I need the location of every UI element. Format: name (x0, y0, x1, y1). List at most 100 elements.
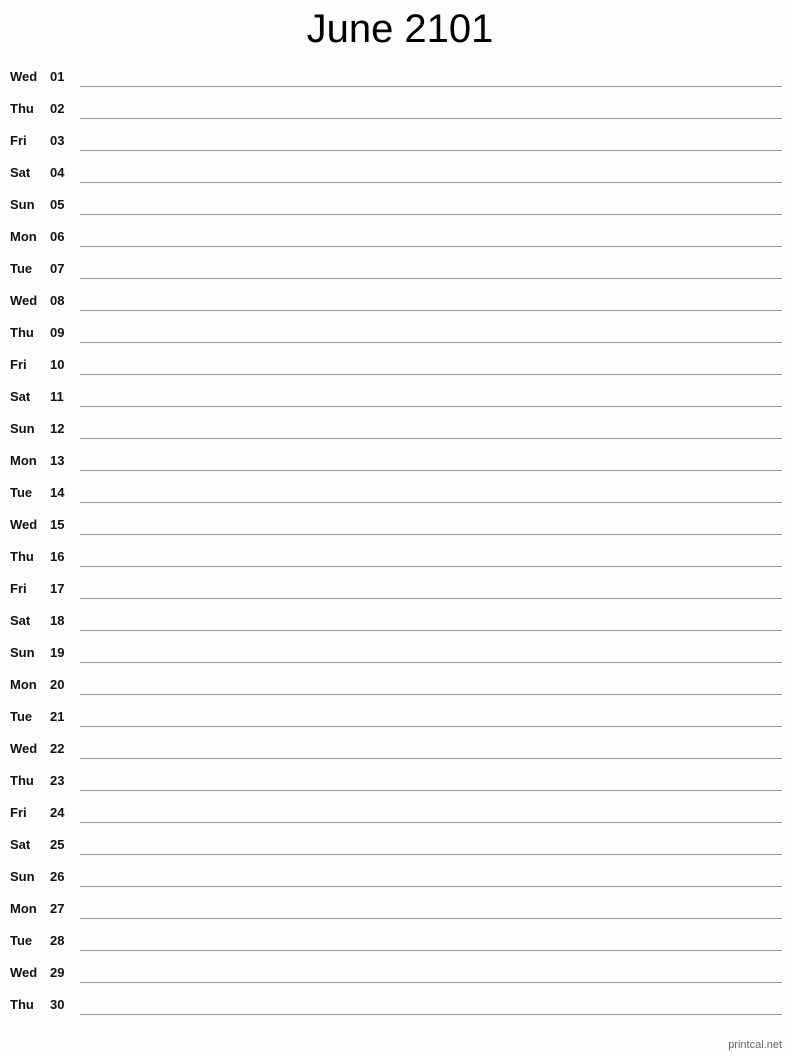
page-title: June 2101 (306, 7, 494, 51)
day-number: 12 (50, 421, 65, 436)
weekday-label: Wed (10, 741, 38, 756)
weekday-label: Sun (10, 197, 35, 212)
writing-line (80, 758, 782, 759)
weekday-label: Tue (10, 933, 33, 948)
weekday-label: Fri (10, 581, 27, 596)
day-number: 20 (50, 677, 65, 692)
weekday-label: Sat (10, 613, 31, 628)
weekday-label: Tue (10, 709, 33, 724)
day-row: Thu 16 (0, 550, 792, 582)
day-number: 24 (50, 805, 65, 820)
day-number: 10 (50, 357, 65, 372)
weekday-label: Thu (10, 325, 34, 340)
weekday-label: Wed (10, 517, 38, 532)
weekday-label: Tue (10, 485, 33, 500)
writing-line (80, 726, 782, 727)
day-row: Tue 28 (0, 934, 792, 966)
writing-line (80, 694, 782, 695)
day-row: Tue 07 (0, 262, 792, 294)
writing-line (80, 182, 782, 183)
day-row: Sun 05 (0, 198, 792, 230)
day-row: Tue 21 (0, 710, 792, 742)
writing-line (80, 918, 782, 919)
day-row: Sat 18 (0, 614, 792, 646)
day-number: 03 (50, 133, 65, 148)
day-number: 11 (50, 389, 64, 404)
writing-line (80, 822, 782, 823)
day-number: 02 (50, 101, 65, 116)
weekday-label: Sun (10, 869, 35, 884)
writing-line (80, 534, 782, 535)
writing-line (80, 374, 782, 375)
day-row: Wed 01 (0, 70, 792, 102)
writing-line (80, 342, 782, 343)
writing-line (80, 950, 782, 951)
weekday-label: Sat (10, 389, 31, 404)
day-row: Mon 20 (0, 678, 792, 710)
weekday-label: Thu (10, 773, 34, 788)
writing-line (80, 438, 782, 439)
day-number: 22 (50, 741, 65, 756)
writing-line (80, 1014, 782, 1015)
day-row: Thu 02 (0, 102, 792, 134)
writing-line (80, 566, 782, 567)
weekday-label: Wed (10, 965, 38, 980)
writing-line (80, 790, 782, 791)
day-row: Sun 19 (0, 646, 792, 678)
day-number: 16 (50, 549, 65, 564)
writing-line (80, 502, 782, 503)
writing-line (80, 278, 782, 279)
writing-line (80, 598, 782, 599)
writing-line (80, 214, 782, 215)
weekday-label: Mon (10, 453, 37, 468)
day-number: 18 (50, 613, 65, 628)
day-number: 27 (50, 901, 65, 916)
weekday-label: Thu (10, 549, 34, 564)
writing-line (80, 630, 782, 631)
day-row: Fri 17 (0, 582, 792, 614)
day-row: Fri 03 (0, 134, 792, 166)
day-row: Sun 12 (0, 422, 792, 454)
day-number: 04 (50, 165, 65, 180)
writing-line (80, 982, 782, 983)
writing-line (80, 662, 782, 663)
day-row: Sat 11 (0, 390, 792, 422)
day-number: 19 (50, 645, 65, 660)
day-row: Wed 22 (0, 742, 792, 774)
day-row: Fri 24 (0, 806, 792, 838)
writing-line (80, 118, 782, 119)
weekday-label: Fri (10, 357, 27, 372)
day-row: Sat 04 (0, 166, 792, 198)
weekday-label: Sat (10, 837, 31, 852)
day-row: Tue 14 (0, 486, 792, 518)
weekday-label: Tue (10, 261, 33, 276)
writing-line (80, 854, 782, 855)
weekday-label: Fri (10, 805, 27, 820)
day-number: 25 (50, 837, 65, 852)
day-number: 09 (50, 325, 65, 340)
day-row: Mon 27 (0, 902, 792, 934)
day-row: Thu 09 (0, 326, 792, 358)
day-number: 06 (50, 229, 65, 244)
day-number: 15 (50, 517, 65, 532)
day-number: 21 (50, 709, 65, 724)
day-number: 30 (50, 997, 65, 1012)
writing-line (80, 406, 782, 407)
weekday-label: Wed (10, 293, 38, 308)
day-row: Mon 06 (0, 230, 792, 262)
day-row: Wed 15 (0, 518, 792, 550)
day-row: Wed 08 (0, 294, 792, 326)
day-row: Wed 29 (0, 966, 792, 998)
writing-line (80, 246, 782, 247)
weekday-label: Mon (10, 901, 37, 916)
day-number: 08 (50, 293, 65, 308)
writing-line (80, 150, 782, 151)
writing-line (80, 86, 782, 87)
day-number: 05 (50, 197, 65, 212)
day-row: Sat 25 (0, 838, 792, 870)
day-number: 17 (50, 581, 65, 596)
day-number: 29 (50, 965, 65, 980)
day-row: Sun 26 (0, 870, 792, 902)
day-row: Thu 23 (0, 774, 792, 806)
weekday-label: Thu (10, 997, 34, 1012)
